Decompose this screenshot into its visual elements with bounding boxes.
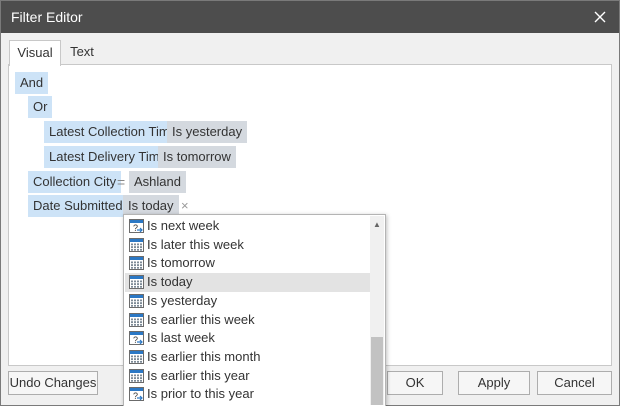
svg-text:?: ?: [133, 335, 138, 345]
dropdown-scrollbar[interactable]: ▲: [370, 216, 384, 405]
dropdown-option-label: Is next week: [147, 218, 220, 233]
calendar-grid-icon: [129, 275, 144, 290]
dropdown-option-label: Is earlier this week: [147, 311, 255, 327]
dropdown-option[interactable]: Is earlier this month: [125, 348, 370, 367]
dropdown-option-label: Is prior to this year: [147, 386, 254, 402]
condition-operator[interactable]: =: [117, 171, 125, 193]
calendar-grid-icon: [129, 256, 144, 271]
dropdown-option[interactable]: ? Is prior to this year: [125, 385, 370, 404]
calendar-question-icon: ?: [129, 387, 144, 402]
condition-value[interactable]: Ashland: [129, 171, 186, 193]
svg-text:?: ?: [133, 223, 138, 233]
dropdown-option-label: Is today: [147, 274, 193, 290]
dropdown-option[interactable]: Is later this week: [125, 236, 370, 255]
condition-field[interactable]: Collection City: [28, 171, 122, 193]
dropdown-option[interactable]: ? Is next week: [125, 217, 370, 236]
calendar-grid-icon: [129, 368, 144, 383]
undo-changes-button[interactable]: Undo Changes: [8, 371, 98, 395]
apply-button[interactable]: Apply: [458, 371, 530, 395]
tab-text[interactable]: Text: [61, 40, 103, 65]
condition-field[interactable]: Latest Delivery Time: [44, 146, 172, 168]
dropdown-option[interactable]: Is yesterday: [125, 292, 370, 311]
close-button[interactable]: [587, 5, 613, 29]
dropdown-option-label: Is tomorrow: [147, 255, 215, 271]
calendar-question-icon: ?: [129, 219, 144, 233]
condition-operator[interactable]: Is yesterday: [167, 121, 248, 143]
filter-editor-window: Filter Editor Visual Text And Or Latest …: [0, 0, 620, 406]
dropdown-option[interactable]: Is today: [125, 273, 370, 292]
condition-field[interactable]: Latest Collection Time: [44, 121, 182, 143]
dropdown-option[interactable]: Is tomorrow: [125, 254, 370, 273]
ok-button[interactable]: OK: [387, 371, 443, 395]
calendar-grid-icon: [129, 237, 144, 252]
dropdown-option[interactable]: Is earlier this year: [125, 367, 370, 386]
window-title: Filter Editor: [11, 9, 83, 25]
dropdown-option-label: Is last week: [147, 330, 215, 346]
calendar-grid-icon: [129, 293, 144, 308]
group-operator-and[interactable]: And: [15, 72, 49, 94]
scroll-up-arrow-icon[interactable]: ▲: [370, 216, 384, 232]
dropdown-option[interactable]: Is earlier this week: [125, 311, 370, 330]
condition-dropdown-list[interactable]: ? Is next week Is later this week Is tomorr…: [123, 214, 386, 406]
calendar-grid-icon: [129, 312, 144, 327]
tab-visual[interactable]: Visual: [9, 40, 61, 66]
cancel-button[interactable]: Cancel: [537, 371, 612, 395]
calendar-grid-icon: [129, 349, 144, 364]
condition-operator[interactable]: Is tomorrow: [158, 146, 236, 168]
dropdown-option[interactable]: ? Is last week: [125, 329, 370, 348]
dropdown-option-label: Is earlier this year: [147, 367, 250, 383]
dropdown-option-label: Is earlier this month: [147, 348, 261, 364]
group-operator-or[interactable]: Or: [28, 96, 53, 118]
condition-field[interactable]: Date Submitted: [28, 195, 128, 217]
close-icon: [594, 11, 606, 23]
dropdown-option-label: Is later this week: [147, 236, 244, 252]
calendar-question-icon: ?: [129, 331, 144, 346]
scrollbar-thumb[interactable]: [371, 337, 383, 405]
svg-text:?: ?: [133, 391, 138, 401]
title-bar: Filter Editor: [1, 1, 619, 33]
dropdown-option-label: Is yesterday: [147, 292, 218, 308]
